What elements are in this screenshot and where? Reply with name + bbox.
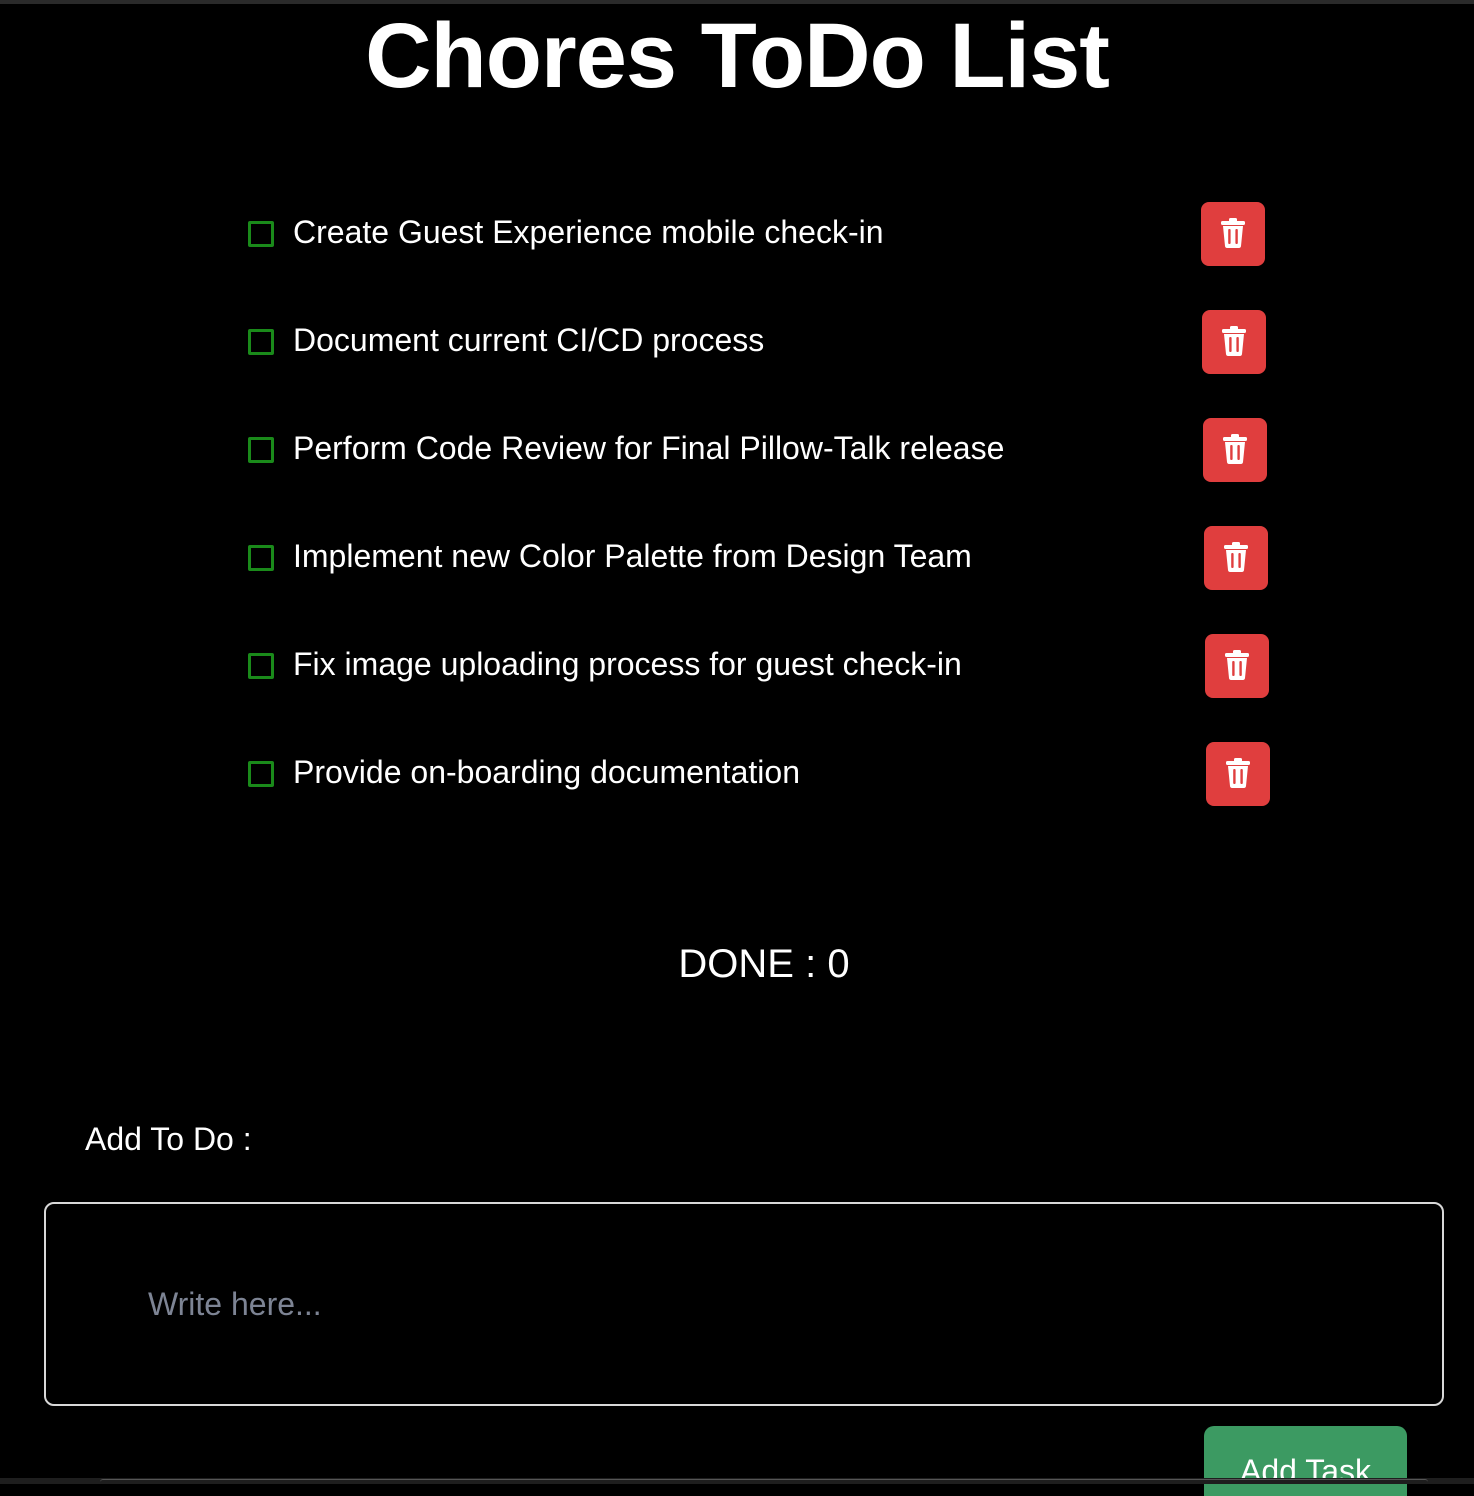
task-checkbox[interactable]: [248, 545, 274, 571]
page-title: Chores ToDo List: [365, 5, 1110, 107]
task-checkbox[interactable]: [248, 653, 274, 679]
task-label: Fix image uploading process for guest ch…: [293, 646, 962, 682]
trash-icon: [1221, 325, 1247, 359]
done-counter: DONE : 0: [678, 942, 850, 986]
add-task-button[interactable]: Add Task: [1204, 1426, 1407, 1496]
task-checkbox[interactable]: [248, 221, 274, 247]
delete-task-button[interactable]: [1203, 418, 1267, 482]
task-label: Document current CI/CD process: [293, 322, 765, 358]
trash-icon: [1223, 541, 1249, 575]
task-checkbox[interactable]: [248, 437, 274, 463]
task-label: Perform Code Review for Final Pillow-Tal…: [293, 430, 1005, 466]
task-checkbox[interactable]: [248, 329, 274, 355]
trash-icon: [1220, 217, 1246, 251]
trash-icon: [1225, 757, 1251, 791]
delete-task-button[interactable]: [1204, 526, 1268, 590]
task-label: Implement new Color Palette from Design …: [293, 538, 972, 574]
delete-task-button[interactable]: [1206, 742, 1270, 806]
scrollbar-thumb[interactable]: [100, 1479, 1428, 1485]
task-label: Provide on-boarding documentation: [293, 754, 800, 790]
add-todo-label: Add To Do :: [85, 1121, 252, 1157]
delete-task-button[interactable]: [1205, 634, 1269, 698]
trash-icon: [1224, 649, 1250, 683]
todo-input[interactable]: [44, 1202, 1444, 1406]
delete-task-button[interactable]: [1201, 202, 1265, 266]
trash-icon: [1222, 433, 1248, 467]
task-label: Create Guest Experience mobile check-in: [293, 214, 884, 250]
delete-task-button[interactable]: [1202, 310, 1266, 374]
window-top-edge: [0, 0, 1474, 4]
task-checkbox[interactable]: [248, 761, 274, 787]
